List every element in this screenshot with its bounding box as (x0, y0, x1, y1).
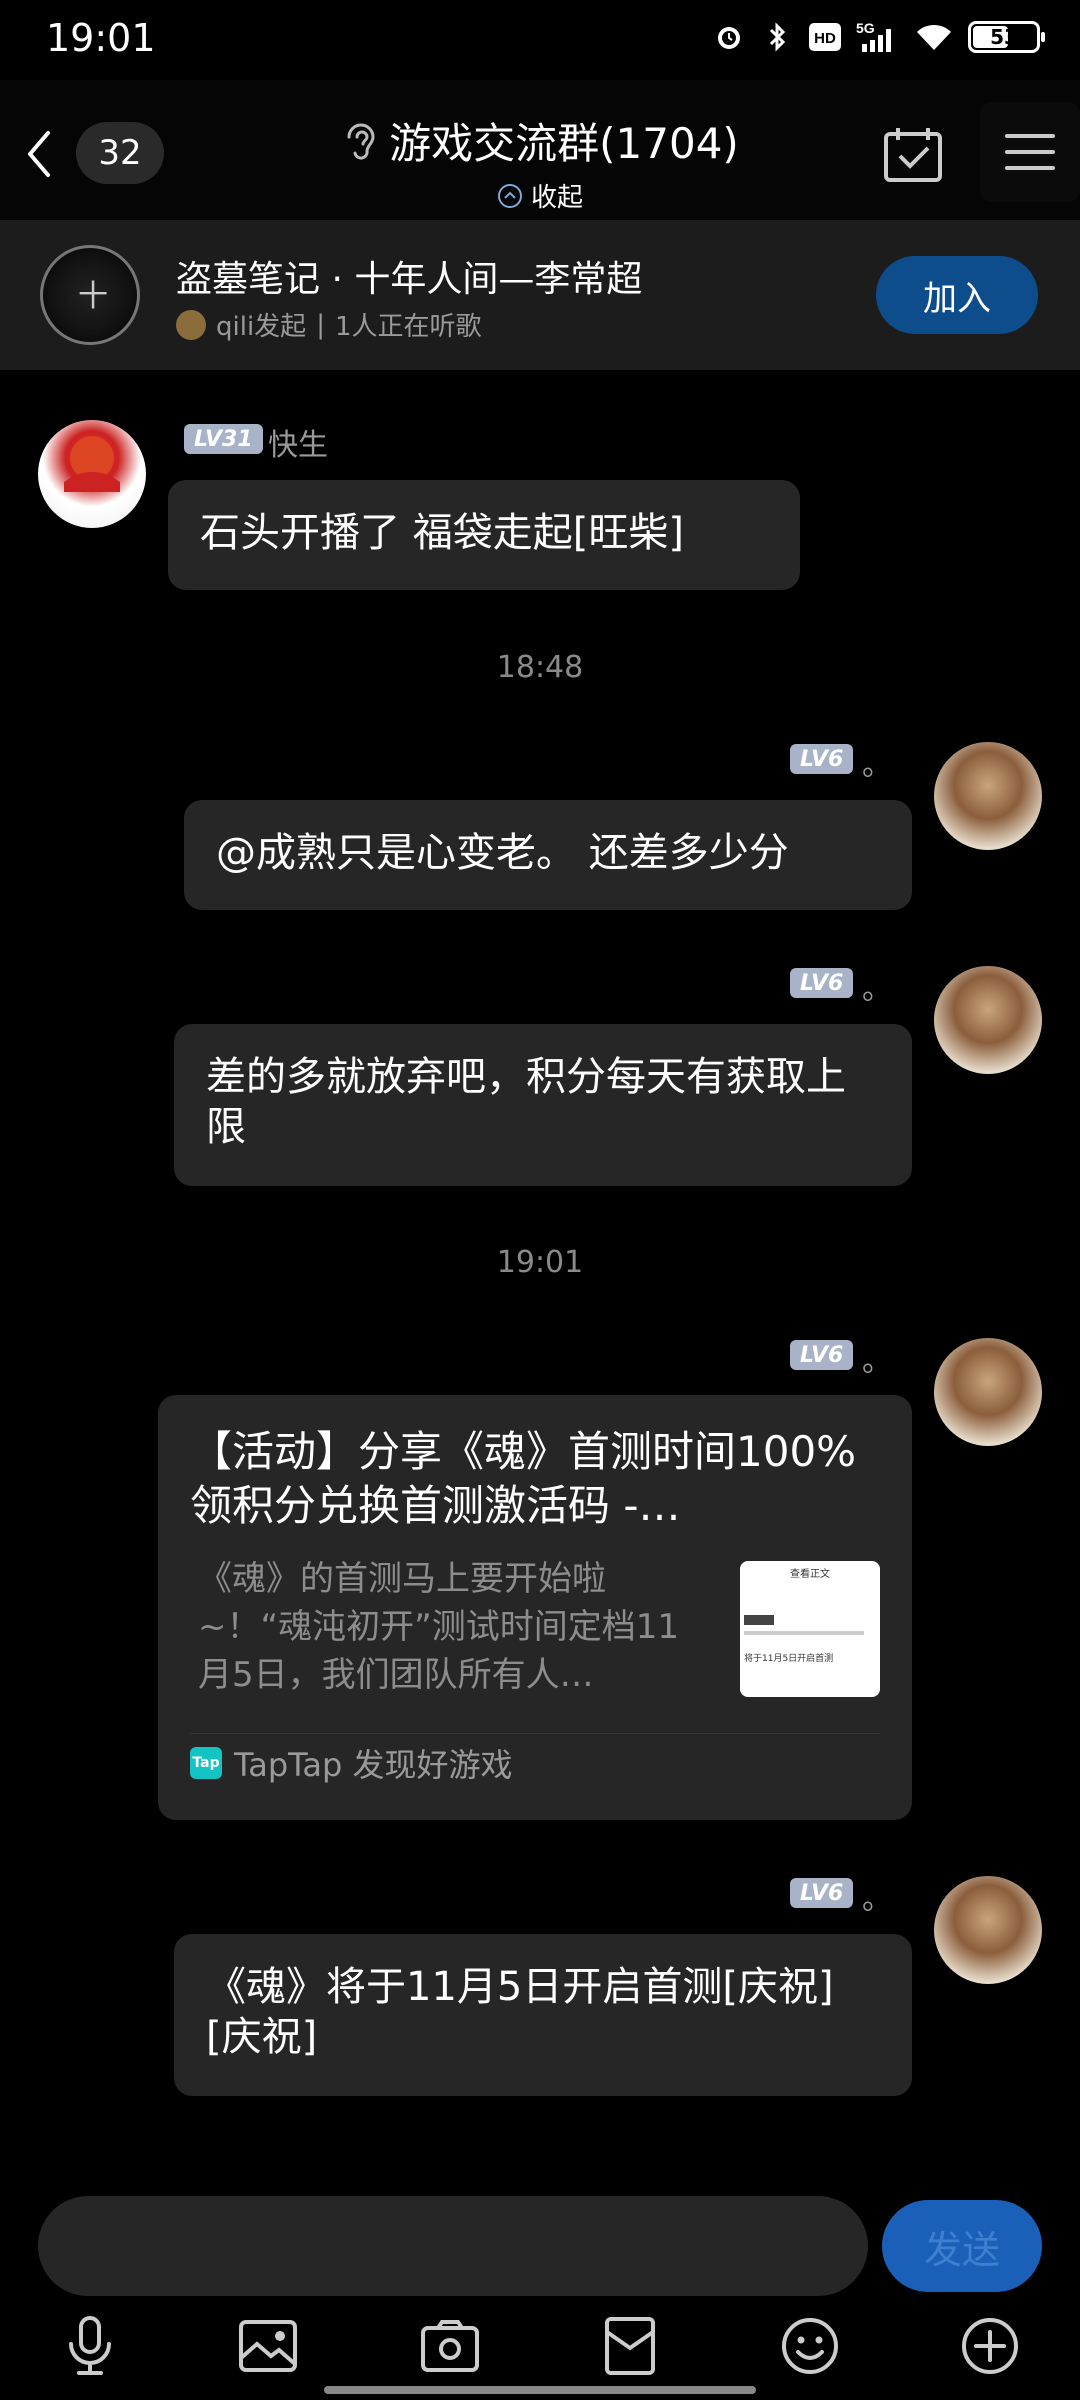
send-button[interactable]: 发送 (882, 2200, 1042, 2292)
avatar[interactable] (934, 966, 1042, 1074)
avatar[interactable] (934, 1338, 1042, 1446)
red-packet-icon[interactable] (600, 2316, 660, 2376)
collapse-label: 收起 (530, 183, 583, 213)
chevron-up-circle-icon (497, 183, 522, 208)
wifi-icon (914, 20, 954, 54)
svg-text:HD: HD (814, 30, 836, 47)
sender-nickname: 。 (862, 748, 892, 783)
chat-header: 32 游戏交流群(1704) 收起 (0, 80, 1080, 220)
message-bubble[interactable]: 《魂》将于11月5日开启首测[庆祝][庆祝] (174, 1934, 912, 2096)
sender-nickname: 。 (862, 1344, 892, 1379)
battery-level: 53 (990, 25, 1018, 49)
input-toolbar (0, 2316, 1080, 2376)
taptap-logo-icon: Tap (190, 1747, 222, 1779)
level-badge: LV6 (790, 1878, 854, 1908)
sender-nickname: 。 (862, 1882, 892, 1917)
svg-text:5G: 5G (856, 20, 875, 36)
hd-icon: HD (808, 20, 842, 54)
level-badge: LV6 (790, 968, 854, 998)
message-input[interactable] (38, 2196, 868, 2296)
image-icon[interactable] (238, 2316, 298, 2376)
unread-count-badge[interactable]: 32 (76, 122, 164, 184)
card-source: TapTap 发现好游戏 (234, 1746, 513, 1784)
initiator-avatar (176, 309, 206, 340)
level-badge: LV6 (790, 1340, 854, 1370)
message-bubble[interactable]: 差的多就放弃吧，积分每天有获取上限 (174, 1024, 912, 1186)
svg-text:查看正文: 查看正文 (790, 1567, 830, 1580)
signal-icon: 5G (856, 20, 900, 54)
card-footer: Tap TapTap 发现好游戏 (190, 1740, 513, 1786)
plus-icon[interactable] (960, 2316, 1020, 2376)
song-cover-image: 十 (40, 245, 140, 345)
calendar-check-icon (884, 128, 942, 182)
message-timestamp: 19:01 (496, 1245, 584, 1280)
status-icons: HD 5G 53 (712, 20, 1045, 54)
song-meta: qili发起 | 1人正在听歌 (176, 306, 482, 343)
menu-button[interactable] (980, 102, 1080, 202)
bluetooth-icon (760, 20, 794, 54)
microphone-icon[interactable] (60, 2316, 120, 2376)
avatar[interactable] (38, 420, 146, 528)
card-title: 【活动】分享《魂》首测时间100%领积分兑换首测激活码 -… (190, 1427, 857, 1530)
ear-icon (347, 123, 375, 160)
avatar[interactable] (934, 1876, 1042, 1984)
back-button[interactable] (14, 124, 64, 184)
collapse-toggle[interactable]: 收起 (300, 177, 780, 214)
message-bubble[interactable]: @成熟只是心变老。 还差多少分 (184, 800, 912, 910)
message-bubble[interactable]: 石头开播了 福袋走起[旺柴] (168, 480, 800, 590)
home-indicator[interactable] (324, 2386, 756, 2394)
card-description: 《魂》的首测马上要开始啦~！“魂沌初开”测试时间定档11月5日，我们团队所有人… (198, 1559, 679, 1695)
svg-text:将于11月5日开启首测: 将于11月5日开启首测 (744, 1652, 833, 1664)
chat-title-area[interactable]: 游戏交流群(1704) 收起 (300, 110, 780, 214)
status-bar: 19:01 HD 5G 53 (0, 0, 1080, 80)
svg-text:十: 十 (78, 279, 108, 314)
initiator-label: qili发起 (216, 312, 307, 342)
message-timestamp: 18:48 (496, 650, 584, 685)
status-time: 19:01 (46, 16, 156, 60)
listener-count: 1人正在听歌 (334, 312, 482, 342)
meta-separator: | (316, 309, 325, 340)
sender-nickname: 快生 (268, 428, 328, 463)
battery-icon: 53 (968, 21, 1045, 53)
calendar-check-button[interactable] (878, 122, 948, 188)
hamburger-menu-icon (1005, 134, 1055, 170)
chevron-left-icon (28, 131, 50, 177)
card-divider (190, 1733, 880, 1734)
sender-nickname: 。 (862, 972, 892, 1007)
card-thumbnail: 查看正文 将于11月5日开启首测 (740, 1561, 880, 1697)
avatar[interactable] (934, 742, 1042, 850)
share-card[interactable]: 【活动】分享《魂》首测时间100%领积分兑换首测激活码 -… 《魂》的首测马上要… (158, 1395, 912, 1820)
level-badge: LV31 (184, 424, 263, 454)
page-title: 游戏交流群(1704) (389, 119, 739, 168)
join-button[interactable]: 加入 (876, 256, 1038, 334)
song-title: 盗墓笔记 · 十年人间—李常超 (176, 259, 643, 300)
camera-icon[interactable] (420, 2316, 480, 2376)
alarm-icon (712, 20, 746, 54)
emoji-icon[interactable] (780, 2316, 840, 2376)
listen-together-bar[interactable]: 十 盗墓笔记 · 十年人间—李常超 qili发起 | 1人正在听歌 加入 (0, 220, 1080, 370)
level-badge: LV6 (790, 744, 854, 774)
